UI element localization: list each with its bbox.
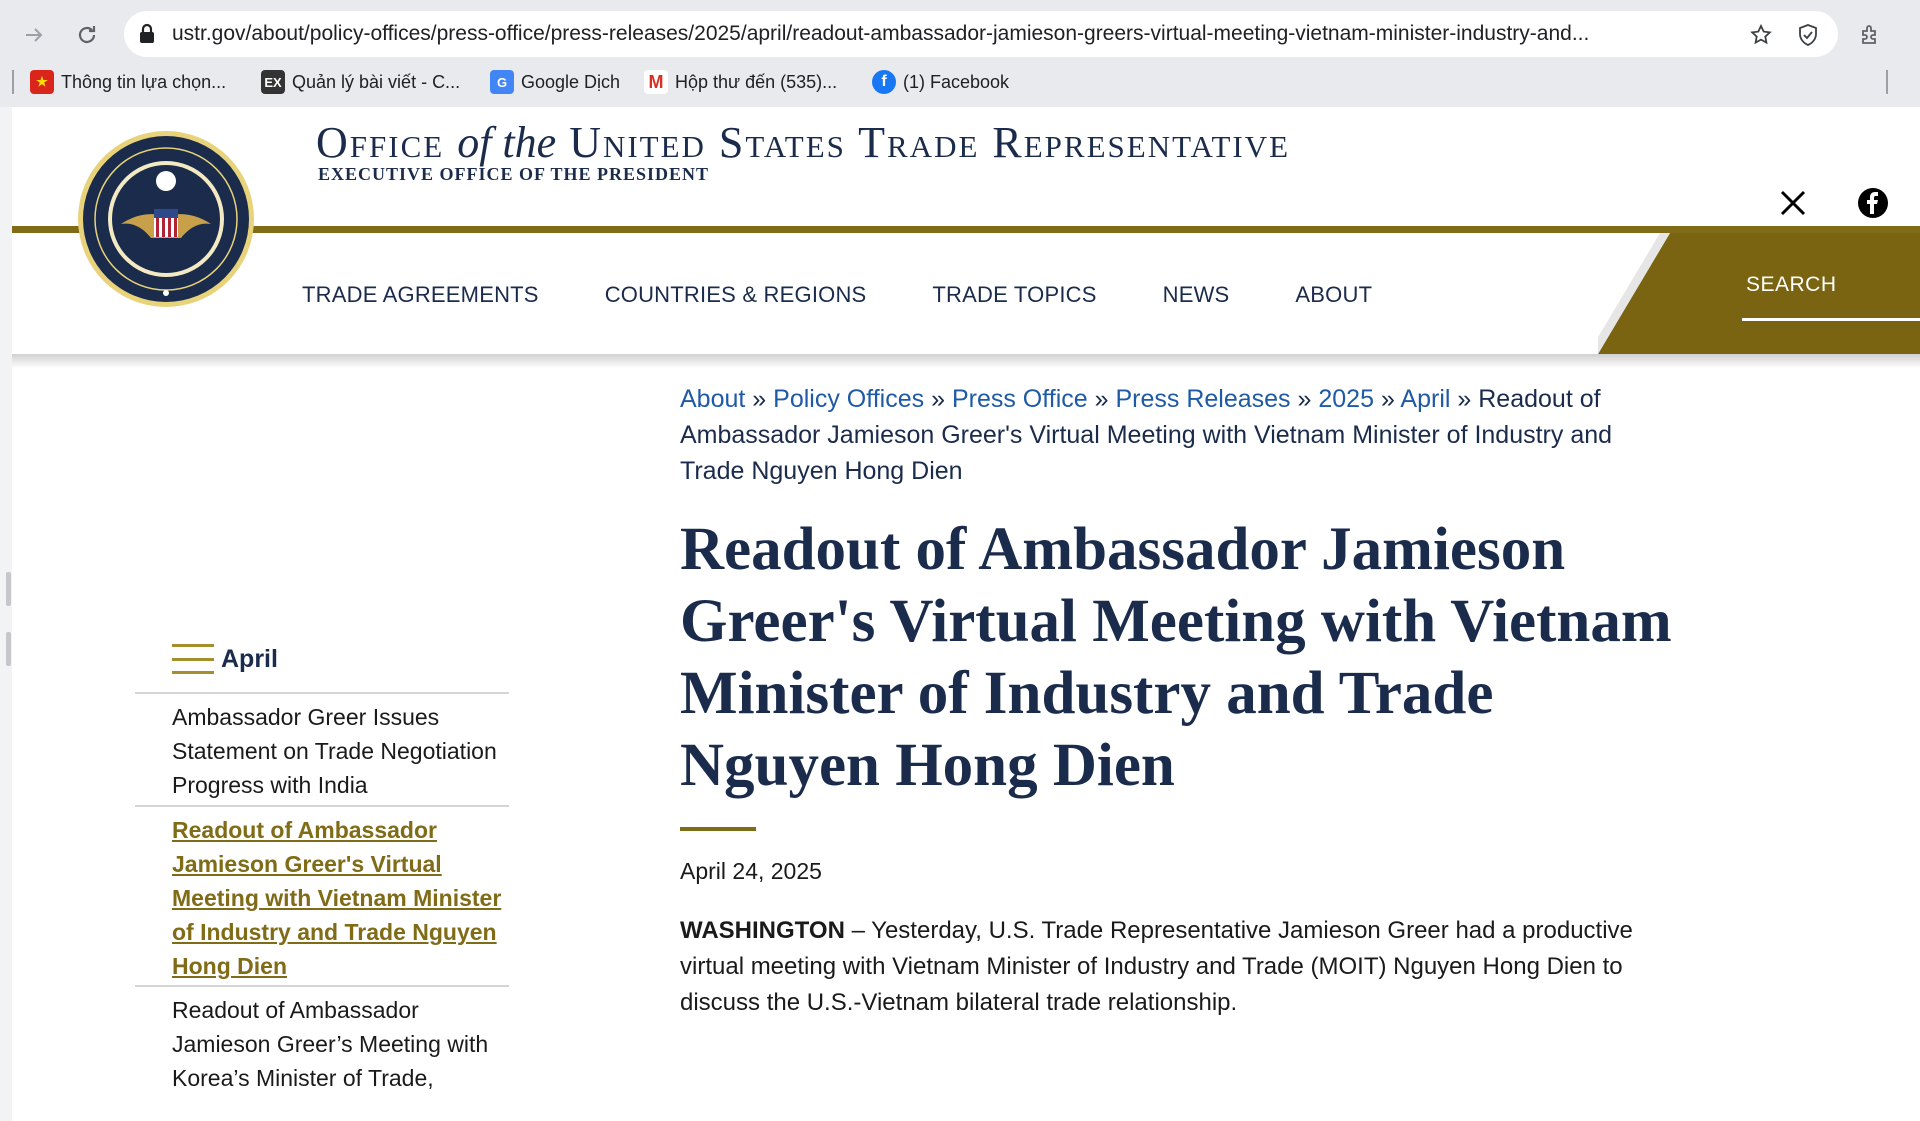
- breadcrumb-separator: »: [1297, 385, 1312, 413]
- breadcrumb-separator: »: [1380, 385, 1395, 413]
- extensions-puzzle-icon[interactable]: [1858, 22, 1884, 53]
- sidebar-item-vietnam-readout[interactable]: Readout of Ambassador Jamieson Greer's V…: [172, 813, 509, 983]
- hamburger-menu-icon: [172, 644, 214, 674]
- nav-trade-topics[interactable]: TRADE TOPICS: [932, 282, 1096, 308]
- sidebar-item-korea-readout[interactable]: Readout of Ambassador Jamieson Greer’s M…: [172, 993, 509, 1095]
- bookmark-item[interactable]: f (1) Facebook: [872, 70, 1009, 94]
- ex-icon: EX: [261, 70, 285, 94]
- bookmark-label: Google Dịch: [521, 71, 621, 92]
- site-subtitle: EXECUTIVE OFFICE OF THE PRESIDENT: [318, 164, 710, 184]
- nav-countries-regions[interactable]: COUNTRIES & REGIONS: [605, 282, 867, 308]
- breadcrumb-separator: »: [1094, 385, 1109, 413]
- bookmarks-divider: [12, 70, 14, 94]
- header-shadow: [12, 354, 1920, 368]
- browser-chrome: ustr.gov/about/policy-offices/press-offi…: [0, 0, 1920, 107]
- bookmark-label: (1) Facebook: [903, 71, 1010, 92]
- bookmark-item[interactable]: G Google Dịch: [490, 70, 620, 94]
- breadcrumb-2025[interactable]: 2025: [1318, 385, 1374, 413]
- page-viewport: Office of the United States Trade Repres…: [12, 107, 1920, 1121]
- search-button[interactable]: SEARCH: [1746, 273, 1837, 297]
- bookmark-item[interactable]: M Hộp thư đến (535)...: [644, 70, 837, 94]
- header-gold-bar: [12, 226, 1920, 233]
- vietnam-flag-icon: ★: [30, 70, 54, 94]
- bookmark-label: Hộp thư đến (535)...: [675, 71, 838, 92]
- bookmark-item[interactable]: ★ Thông tin lựa chọn...: [30, 70, 226, 94]
- breadcrumb-separator: »: [752, 385, 767, 413]
- ustr-seal-logo[interactable]: [76, 129, 256, 309]
- forward-button[interactable]: [14, 15, 54, 55]
- facebook-icon[interactable]: [1857, 187, 1889, 219]
- arrow-right-icon: [26, 28, 43, 42]
- bookmark-item[interactable]: EX Quản lý bài viết - C...: [261, 70, 460, 94]
- sidebar-header[interactable]: April: [172, 644, 278, 674]
- sidebar-divider: [135, 805, 509, 807]
- site-header: Office of the United States Trade Repres…: [12, 107, 1920, 354]
- site-title-rest: United States Trade Representative: [569, 118, 1291, 167]
- nav-trade-agreements[interactable]: TRADE AGREEMENTS: [302, 282, 539, 308]
- breadcrumb-press-releases[interactable]: Press Releases: [1115, 385, 1290, 413]
- breadcrumb-separator: »: [931, 385, 945, 413]
- dateline: WASHINGTON: [680, 917, 845, 944]
- article-title: Readout of Ambassador Jamieson Greer's V…: [680, 516, 1672, 799]
- reload-icon: [78, 26, 96, 44]
- search-underline: [1742, 318, 1920, 321]
- google-translate-icon: G: [490, 70, 514, 94]
- title-underline: [680, 827, 756, 831]
- bookmark-label: Quản lý bài viết - C...: [292, 71, 461, 92]
- sidebar-title: April: [221, 644, 278, 673]
- breadcrumb-policy-offices[interactable]: Policy Offices: [773, 385, 924, 413]
- site-title[interactable]: Office of the United States Trade Repres…: [316, 117, 1290, 168]
- facebook-icon: f: [872, 70, 896, 94]
- bookmarks-bar: ★ Thông tin lựa chọn... EX Quản lý bài v…: [0, 64, 1920, 100]
- bookmark-star-icon[interactable]: [1749, 23, 1773, 52]
- publish-date: April 24, 2025: [680, 858, 822, 884]
- shield-icon[interactable]: [1796, 23, 1820, 52]
- address-bar[interactable]: ustr.gov/about/policy-offices/press-offi…: [124, 11, 1838, 57]
- nav-news[interactable]: NEWS: [1163, 282, 1230, 308]
- bookmarks-divider: [1886, 70, 1888, 94]
- gmail-icon: M: [644, 70, 668, 94]
- site-title-office: Office: [316, 118, 445, 167]
- breadcrumb-press-office[interactable]: Press Office: [952, 385, 1088, 413]
- breadcrumb-april[interactable]: April: [1400, 385, 1450, 413]
- breadcrumb-separator: »: [1457, 385, 1472, 413]
- sidebar-divider: [135, 692, 509, 694]
- reload-button[interactable]: [67, 15, 107, 55]
- breadcrumb: About » Policy Offices » Press Office » …: [680, 381, 1680, 489]
- lock-icon: [136, 23, 158, 50]
- bookmark-label: Thông tin lựa chọn...: [61, 71, 227, 92]
- breadcrumb-about[interactable]: About: [680, 385, 745, 413]
- sidebar-item-india-statement[interactable]: Ambassador Greer Issues Statement on Tra…: [172, 700, 509, 802]
- resize-handle: [6, 572, 11, 606]
- sidebar-divider: [135, 985, 509, 987]
- window-edge: [0, 107, 12, 1121]
- url-text: ustr.gov/about/policy-offices/press-offi…: [172, 22, 1590, 45]
- nav-about[interactable]: ABOUT: [1295, 282, 1372, 308]
- site-title-of-the: of the: [457, 118, 557, 167]
- x-twitter-icon[interactable]: [1777, 187, 1809, 219]
- article-lead-paragraph: WASHINGTON – Yesterday, U.S. Trade Repre…: [680, 913, 1680, 1021]
- resize-handle: [6, 632, 11, 666]
- main-navigation: TRADE AGREEMENTS COUNTRIES & REGIONS TRA…: [302, 282, 1372, 308]
